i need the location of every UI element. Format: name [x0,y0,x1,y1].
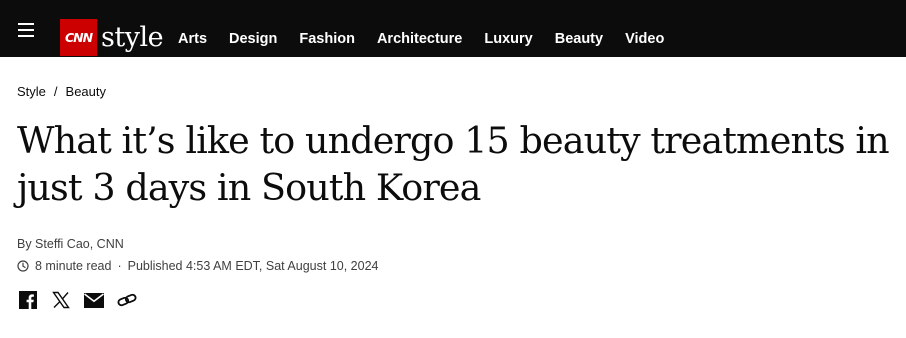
email-icon[interactable] [84,290,104,310]
x-icon[interactable] [51,290,71,310]
meta-separator: · [117,259,122,273]
share-bar [18,290,150,310]
link-icon[interactable] [117,290,137,310]
nav-link-arts[interactable]: Arts [178,29,207,49]
facebook-icon[interactable] [18,290,38,310]
breadcrumb-beauty-link[interactable]: Beauty [66,84,106,100]
nav-link-design[interactable]: Design [229,29,277,49]
cnn-style-logo[interactable]: CNN style [60,19,164,57]
article-byline: By Steffi Cao, CNN [17,237,124,251]
read-time: 8 minute read [35,259,112,273]
cnn-logo-mark: CNN [60,19,97,56]
article-headline: What it’s like to undergo 15 beauty trea… [17,119,890,209]
hamburger-menu-icon[interactable] [16,21,38,39]
section-nav: Arts Design Fashion Architecture Luxury … [178,29,686,49]
breadcrumb: Style / Beauty [17,84,106,100]
nav-link-video[interactable]: Video [625,29,664,49]
breadcrumb-separator: / [53,84,58,99]
clock-icon [17,260,29,272]
nav-link-architecture[interactable]: Architecture [377,29,462,49]
nav-link-beauty[interactable]: Beauty [555,29,603,49]
style-wordmark: style [101,22,164,53]
top-navigation-bar: CNN style Arts Design Fashion Architectu… [0,0,906,57]
nav-link-fashion[interactable]: Fashion [299,29,355,49]
publish-timestamp: Published 4:53 AM EDT, Sat August 10, 20… [127,259,379,273]
article-meta: 8 minute read · Published 4:53 AM EDT, S… [17,258,378,274]
nav-link-luxury[interactable]: Luxury [484,29,532,49]
breadcrumb-style-link[interactable]: Style [17,84,46,100]
